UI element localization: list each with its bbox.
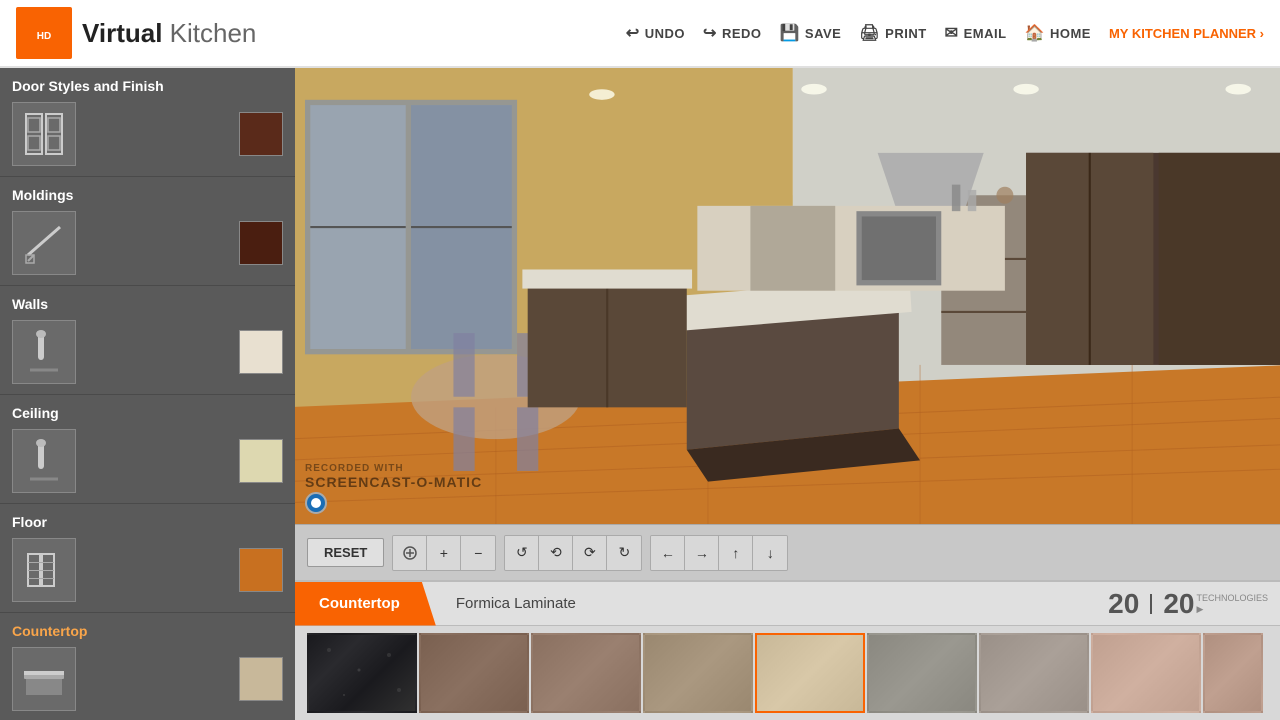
countertop-swatch-6[interactable] — [867, 633, 977, 713]
sidebar-countertop[interactable]: Countertop — [0, 613, 295, 720]
pan-left-button[interactable]: ← — [651, 536, 685, 570]
floor-swatch[interactable] — [239, 548, 283, 592]
nav-kitchen-planner[interactable]: MY KITCHEN PLANNER › — [1109, 26, 1264, 41]
countertop-swatch[interactable] — [239, 657, 283, 701]
header: HD Virtual Kitchen ↩ UNDO ↪ REDO 💾 SAVE … — [0, 0, 1280, 68]
rotate-ccw-button[interactable]: ↺ — [505, 536, 539, 570]
countertop-panel: Countertop Formica Laminate 20 20 TECHNO… — [295, 580, 1280, 720]
sidebar-door-styles[interactable]: Door Styles and Finish — [0, 68, 295, 177]
countertop-swatch-8[interactable] — [1091, 633, 1201, 713]
countertop-panel-header: Countertop Formica Laminate 20 20 TECHNO… — [295, 582, 1280, 626]
zoom-controls: + − — [392, 535, 496, 571]
countertop-swatch-5[interactable] — [755, 633, 865, 713]
countertop-material-label: Formica Laminate — [456, 595, 576, 612]
ceiling-title: Ceiling — [12, 405, 283, 421]
pan-right-button[interactable]: → — [685, 536, 719, 570]
nav-email[interactable]: ✉ EMAIL — [945, 23, 1007, 43]
zoom-out-button[interactable]: − — [461, 536, 495, 570]
ceiling-swatch[interactable] — [239, 439, 283, 483]
redo-icon: ↪ — [703, 23, 717, 43]
nav-save[interactable]: 💾 SAVE — [780, 23, 842, 43]
countertop-swatch-3[interactable] — [531, 633, 641, 713]
countertop-swatch-1[interactable] — [307, 633, 417, 713]
countertop-swatch-7[interactable] — [979, 633, 1089, 713]
kitchen-viewport[interactable]: RECORDED WITH SCREENCAST-O-MATIC — [295, 68, 1280, 524]
moldings-swatch[interactable] — [239, 221, 283, 265]
sidebar-moldings[interactable]: Moldings — [0, 177, 295, 286]
sidebar: Door Styles and Finish Moldings — [0, 68, 295, 720]
undo-icon: ↩ — [626, 23, 640, 43]
rotate-cw-button[interactable]: ↻ — [607, 536, 641, 570]
countertop-sidebar-content — [12, 647, 283, 711]
logo-2020: 20 20 TECHNOLOGIES▶ — [1108, 588, 1268, 620]
countertop-tab[interactable]: Countertop — [295, 582, 436, 626]
save-icon: 💾 — [780, 23, 800, 43]
door-styles-swatch[interactable] — [239, 112, 283, 156]
floor-content — [12, 538, 283, 602]
zoom-in-button[interactable]: + — [427, 536, 461, 570]
sidebar-walls[interactable]: Walls — [0, 286, 295, 395]
walls-content — [12, 320, 283, 384]
nav-redo[interactable]: ↪ REDO — [703, 23, 761, 43]
logo-separator-icon — [1141, 592, 1161, 616]
countertop-sidebar-title: Countertop — [12, 623, 283, 639]
floor-icon[interactable] — [12, 538, 76, 602]
countertop-swatch-2[interactable] — [419, 633, 529, 713]
nav-home[interactable]: 🏠 HOME — [1025, 23, 1091, 43]
redo-rotate-button[interactable]: ⟳ — [573, 536, 607, 570]
print-icon: 🖨 — [859, 23, 880, 43]
sidebar-ceiling[interactable]: Ceiling — [0, 395, 295, 504]
ceiling-icon[interactable] — [12, 429, 76, 493]
header-nav: ↩ UNDO ↪ REDO 💾 SAVE 🖨 PRINT ✉ EMAIL 🏠 H… — [626, 23, 1264, 43]
pan-down-button[interactable]: ↓ — [753, 536, 787, 570]
home-depot-logo[interactable]: HD — [16, 7, 72, 59]
reset-button[interactable]: RESET — [307, 538, 384, 567]
countertop-swatch-9[interactable] — [1203, 633, 1263, 713]
floor-title: Floor — [12, 514, 283, 530]
countertop-swatch-4[interactable] — [643, 633, 753, 713]
logo-area: HD Virtual Kitchen — [16, 7, 256, 59]
rotate-controls: ↺ ⟲ ⟳ ↻ — [504, 535, 642, 571]
moldings-title: Moldings — [12, 187, 283, 203]
content-area: RECORDED WITH SCREENCAST-O-MATIC RESET +… — [295, 68, 1280, 720]
pan-controls: ← → ↑ ↓ — [650, 535, 788, 571]
door-styles-content — [12, 102, 283, 166]
walls-icon[interactable] — [12, 320, 76, 384]
home-icon: 🏠 — [1025, 23, 1045, 43]
countertop-swatches — [295, 626, 1280, 720]
bottom-toolbar: RESET + − ↺ ⟲ ⟳ ↻ ← → ↑ ↓ — [295, 524, 1280, 580]
door-styles-icon[interactable] — [12, 102, 76, 166]
pan-up-button[interactable]: ↑ — [719, 536, 753, 570]
nav-undo[interactable]: ↩ UNDO — [626, 23, 685, 43]
app-title: Virtual Kitchen — [82, 18, 256, 49]
svg-text:HD: HD — [37, 31, 51, 42]
ceiling-content — [12, 429, 283, 493]
countertop-sidebar-icon[interactable] — [12, 647, 76, 711]
moldings-content — [12, 211, 283, 275]
sidebar-floor[interactable]: Floor — [0, 504, 295, 613]
walls-swatch[interactable] — [239, 330, 283, 374]
moldings-icon[interactable] — [12, 211, 76, 275]
nav-print[interactable]: 🖨 PRINT — [859, 23, 926, 43]
zoom-fit-button[interactable] — [393, 536, 427, 570]
walls-title: Walls — [12, 296, 283, 312]
undo-rotate-button[interactable]: ⟲ — [539, 536, 573, 570]
door-styles-title: Door Styles and Finish — [12, 78, 283, 94]
main-layout: Door Styles and Finish Moldings — [0, 68, 1280, 720]
email-icon: ✉ — [945, 23, 959, 43]
